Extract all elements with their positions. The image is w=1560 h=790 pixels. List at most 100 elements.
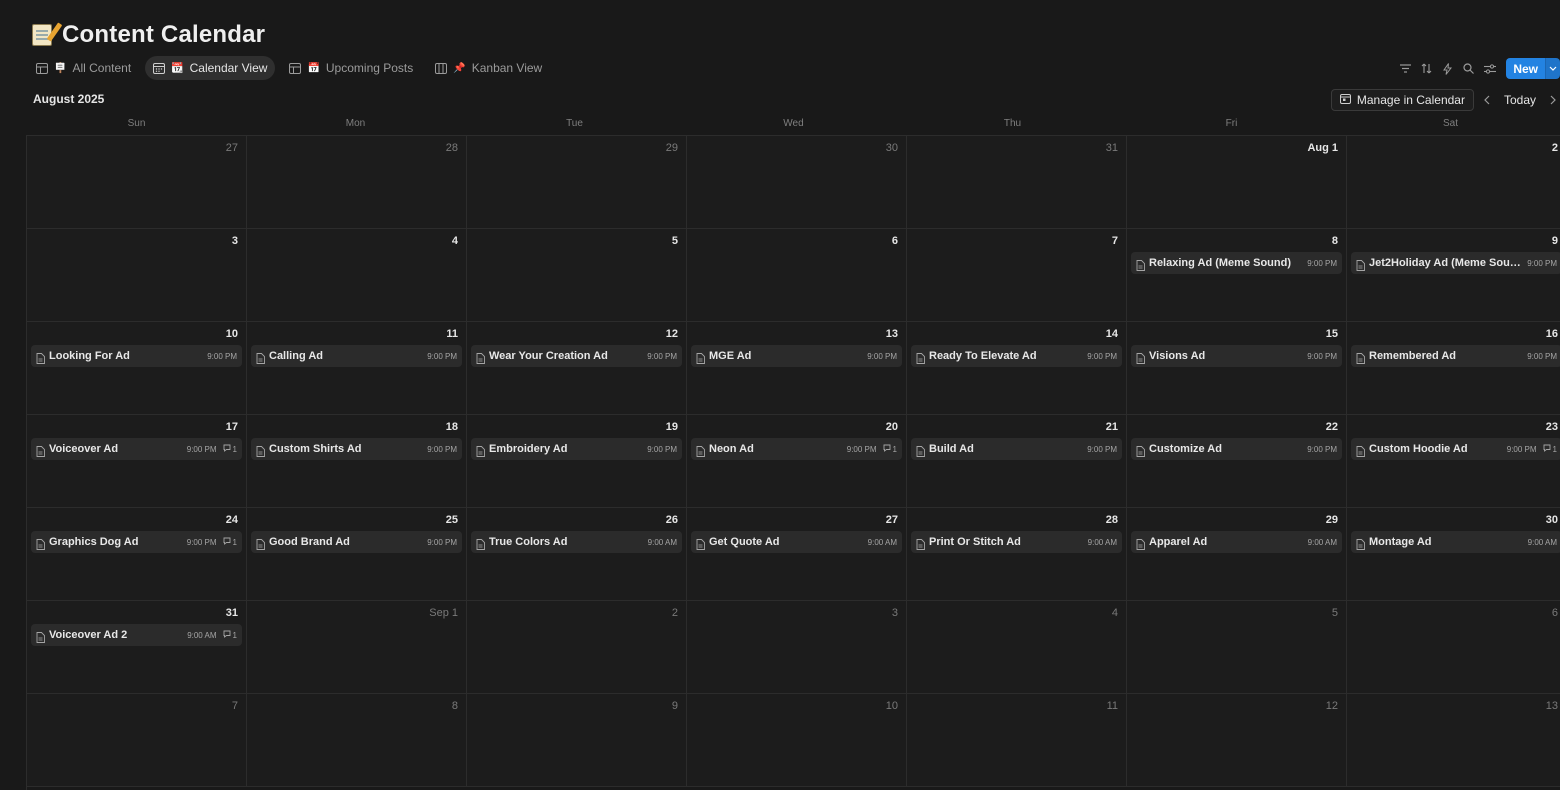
calendar-day-cell[interactable]: 29 — [467, 136, 687, 229]
calendar-day-cell[interactable]: 5 — [1127, 601, 1347, 694]
new-button-label[interactable]: New — [1506, 58, 1545, 79]
calendar-event[interactable]: Apparel Ad 9:00 AM — [1131, 531, 1342, 553]
calendar-event[interactable]: Remembered Ad 9:00 PM — [1351, 345, 1560, 367]
day-number: 6 — [1551, 607, 1558, 619]
calendar-event[interactable]: Calling Ad 9:00 PM — [251, 345, 462, 367]
comment-count: 1 — [223, 537, 237, 547]
calendar-event[interactable]: Jet2Holiday Ad (Meme Sound) 9:00 PM — [1351, 252, 1560, 274]
calendar-day-cell[interactable]: 30 — [687, 136, 907, 229]
calendar-event[interactable]: Montage Ad 9:00 AM — [1351, 531, 1560, 553]
calendar-day-cell[interactable]: 11 Calling Ad 9:00 PM — [247, 322, 467, 415]
calendar-day-cell[interactable]: 12 Wear Your Creation Ad 9:00 PM — [467, 322, 687, 415]
calendar-day-cell[interactable]: 24 Graphics Dog Ad 9:00 PM 1 — [27, 508, 247, 601]
calendar-day-cell[interactable]: 18 Custom Shirts Ad 9:00 PM — [247, 415, 467, 508]
calendar-day-cell[interactable]: 7 — [27, 694, 247, 787]
comment-count: 1 — [223, 630, 237, 640]
calendar-day-cell[interactable]: 5 — [467, 229, 687, 322]
calendar-day-cell[interactable]: 8 Relaxing Ad (Meme Sound) 9:00 PM — [1127, 229, 1347, 322]
page-icon — [696, 351, 705, 364]
calendar-day-cell[interactable]: 2 — [1347, 136, 1560, 229]
calendar-day-cell[interactable]: 6 — [687, 229, 907, 322]
calendar-day-cell[interactable]: 25 Good Brand Ad 9:00 PM — [247, 508, 467, 601]
calendar-day-cell[interactable]: 2 — [467, 601, 687, 694]
page-icon — [36, 537, 45, 550]
new-button[interactable]: New — [1506, 58, 1560, 79]
calendar-event[interactable]: True Colors Ad 9:00 AM — [471, 531, 682, 553]
calendar-day-cell[interactable]: 23 Custom Hoodie Ad 9:00 PM 1 — [1347, 415, 1560, 508]
next-month-icon[interactable] — [1546, 90, 1560, 110]
calendar-event[interactable]: Custom Hoodie Ad 9:00 PM 1 — [1351, 438, 1560, 460]
calendar-event[interactable]: Good Brand Ad 9:00 PM — [251, 531, 462, 553]
calendar-day-cell[interactable]: 13 MGE Ad 9:00 PM — [687, 322, 907, 415]
calendar-event[interactable]: Graphics Dog Ad 9:00 PM 1 — [31, 531, 242, 553]
calendar-day-cell[interactable]: 3 — [687, 601, 907, 694]
calendar-day-cell[interactable]: 31 Voiceover Ad 2 9:00 AM 1 — [27, 601, 247, 694]
tab-upcoming-posts[interactable]: 📅 Upcoming Posts — [281, 56, 421, 80]
tab-all-content[interactable]: 🪧 All Content — [28, 56, 139, 80]
calendar-day-cell[interactable]: 27 — [27, 136, 247, 229]
calendar-event[interactable]: Print Or Stitch Ad 9:00 AM — [911, 531, 1122, 553]
calendar-event[interactable]: Custom Shirts Ad 9:00 PM — [251, 438, 462, 460]
settings-icon[interactable] — [1481, 59, 1498, 79]
calendar-day-cell[interactable]: 28 Print Or Stitch Ad 9:00 AM — [907, 508, 1127, 601]
calendar-event[interactable]: Neon Ad 9:00 PM 1 — [691, 438, 902, 460]
calendar-day-cell[interactable]: 4 — [907, 601, 1127, 694]
board-icon — [435, 62, 448, 74]
calendar-day-cell[interactable]: 11 — [907, 694, 1127, 787]
calendar-day-cell[interactable]: 8 — [247, 694, 467, 787]
manage-in-calendar-button[interactable]: Manage in Calendar — [1330, 89, 1474, 111]
view-emoji: 📆 — [171, 62, 184, 74]
calendar-day-cell[interactable]: 27 Get Quote Ad 9:00 AM — [687, 508, 907, 601]
calendar-event[interactable]: Relaxing Ad (Meme Sound) 9:00 PM — [1131, 252, 1342, 274]
calendar-event[interactable]: Build Ad 9:00 PM — [911, 438, 1122, 460]
calendar-event[interactable]: Looking For Ad 9:00 PM — [31, 345, 242, 367]
calendar-day-cell[interactable]: 14 Ready To Elevate Ad 9:00 PM — [907, 322, 1127, 415]
calendar-day-cell[interactable]: 9 — [467, 694, 687, 787]
calendar-day-cell[interactable]: 26 True Colors Ad 9:00 AM — [467, 508, 687, 601]
page-icon — [256, 537, 265, 550]
day-number: 20 — [885, 421, 898, 433]
calendar-event[interactable]: Voiceover Ad 9:00 PM 1 — [31, 438, 242, 460]
sort-icon[interactable] — [1418, 59, 1435, 79]
calendar-day-cell[interactable]: 13 — [1347, 694, 1560, 787]
calendar-day-cell[interactable]: 12 — [1127, 694, 1347, 787]
calendar-day-cell[interactable]: 28 — [247, 136, 467, 229]
calendar-day-cell[interactable]: 6 — [1347, 601, 1560, 694]
calendar-day-cell[interactable]: 21 Build Ad 9:00 PM — [907, 415, 1127, 508]
lightning-icon[interactable] — [1439, 59, 1456, 79]
filter-icon[interactable] — [1397, 59, 1414, 79]
previous-month-icon[interactable] — [1480, 90, 1494, 110]
calendar-event[interactable]: Wear Your Creation Ad 9:00 PM — [471, 345, 682, 367]
calendar-day-cell[interactable]: 15 Visions Ad 9:00 PM — [1127, 322, 1347, 415]
calendar-day-cell[interactable]: 29 Apparel Ad 9:00 AM — [1127, 508, 1347, 601]
calendar-event[interactable]: MGE Ad 9:00 PM — [691, 345, 902, 367]
tab-kanban-view[interactable]: 📌 Kanban View — [427, 56, 550, 80]
comment-count: 1 — [1543, 444, 1557, 454]
calendar-day-cell[interactable]: 17 Voiceover Ad 9:00 PM 1 — [27, 415, 247, 508]
tab-calendar-view[interactable]: 📆 Calendar View — [145, 56, 276, 80]
today-button[interactable]: Today — [1500, 93, 1540, 107]
calendar-day-cell[interactable]: 30 Montage Ad 9:00 AM — [1347, 508, 1560, 601]
weekday-label: Wed — [783, 118, 804, 129]
calendar-day-cell[interactable]: 20 Neon Ad 9:00 PM 1 — [687, 415, 907, 508]
calendar-day-cell[interactable]: 10 — [687, 694, 907, 787]
chevron-down-icon[interactable] — [1545, 58, 1560, 79]
calendar-day-cell[interactable]: 4 — [247, 229, 467, 322]
calendar-day-cell[interactable]: Aug 1 — [1127, 136, 1347, 229]
calendar-event[interactable]: Embroidery Ad 9:00 PM — [471, 438, 682, 460]
calendar-day-cell[interactable]: 31 — [907, 136, 1127, 229]
calendar-event[interactable]: Get Quote Ad 9:00 AM — [691, 531, 902, 553]
calendar-day-cell[interactable]: 22 Customize Ad 9:00 PM — [1127, 415, 1347, 508]
calendar-day-cell[interactable]: 3 — [27, 229, 247, 322]
calendar-day-cell[interactable]: Sep 1 — [247, 601, 467, 694]
calendar-day-cell[interactable]: 9 Jet2Holiday Ad (Meme Sound) 9:00 PM — [1347, 229, 1560, 322]
calendar-event[interactable]: Ready To Elevate Ad 9:00 PM — [911, 345, 1122, 367]
calendar-day-cell[interactable]: 10 Looking For Ad 9:00 PM — [27, 322, 247, 415]
calendar-event[interactable]: Customize Ad 9:00 PM — [1131, 438, 1342, 460]
calendar-event[interactable]: Voiceover Ad 2 9:00 AM 1 — [31, 624, 242, 646]
search-icon[interactable] — [1460, 59, 1477, 79]
calendar-day-cell[interactable]: 19 Embroidery Ad 9:00 PM — [467, 415, 687, 508]
calendar-event[interactable]: Visions Ad 9:00 PM — [1131, 345, 1342, 367]
calendar-day-cell[interactable]: 7 — [907, 229, 1127, 322]
calendar-day-cell[interactable]: 16 Remembered Ad 9:00 PM — [1347, 322, 1560, 415]
